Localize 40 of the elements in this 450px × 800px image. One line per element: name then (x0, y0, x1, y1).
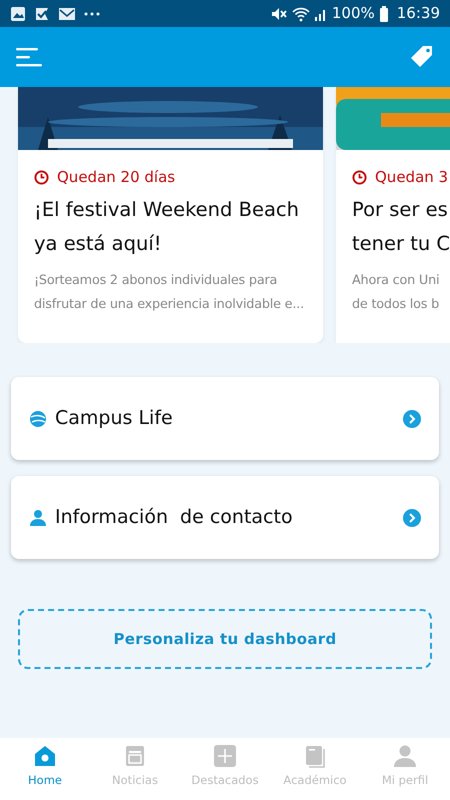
link-card[interactable]: Campus Life (11, 377, 439, 460)
clock-time: 16:39 (396, 3, 440, 24)
news-card[interactable]: Quedan 3 Por ser es tener tu C Ahora con Uni de todos los b (336, 87, 450, 343)
news-title: tener tu C (352, 230, 450, 256)
chevron-right-icon (403, 508, 421, 526)
image-icon (10, 6, 26, 22)
news-excerpt: de todos los b (352, 296, 440, 314)
plus-icon (213, 744, 237, 768)
nav-tab[interactable]: Mi perfil (360, 738, 450, 800)
menu-icon[interactable] (16, 47, 44, 67)
home-icon (33, 744, 57, 768)
battery-level: 100% (332, 3, 375, 24)
mute-icon (270, 6, 288, 22)
document-icon (123, 744, 147, 768)
nav-tab[interactable]: Home (0, 738, 90, 800)
news-excerpt: Ahora con Uni (352, 272, 440, 290)
battery-icon (378, 6, 389, 22)
customize-dashboard-button[interactable]: Personaliza tu dashboard (18, 609, 432, 669)
mail-icon (58, 6, 76, 22)
wifi-icon (292, 6, 310, 22)
person-icon (393, 744, 417, 768)
news-card[interactable]: Quedan 20 días ¡El festival Weekend Beach ya está aquí! ¡Sorteamos 2 abonos individuales para disfrutar de una experiencia inolvidable e... (18, 87, 323, 343)
news-excerpt: ¡Sorteamos 2 abonos individuales para disfrutar de una experiencia inolvidable e... (34, 272, 305, 314)
globe-icon (29, 410, 47, 428)
chevron-right-icon (403, 410, 421, 428)
check-flag-icon (34, 6, 50, 22)
clock-icon (34, 170, 49, 185)
person-icon (29, 508, 47, 526)
nav-tab[interactable]: Académico (270, 738, 360, 800)
news-title: Por ser es (352, 196, 449, 222)
link-card[interactable]: Información de contacto (11, 476, 439, 559)
clock-icon (352, 170, 367, 185)
more-icon (84, 10, 100, 16)
tag-icon[interactable] (410, 45, 434, 69)
countdown-label: Quedan 20 días (34, 166, 307, 188)
nav-tab[interactable]: Noticias (90, 738, 180, 800)
countdown-label: Quedan 3 (352, 166, 450, 188)
news-title: ¡El festival Weekend Beach ya está aquí! (34, 196, 300, 256)
nav-tab[interactable]: Destacados (180, 738, 270, 800)
book-icon (303, 744, 327, 768)
